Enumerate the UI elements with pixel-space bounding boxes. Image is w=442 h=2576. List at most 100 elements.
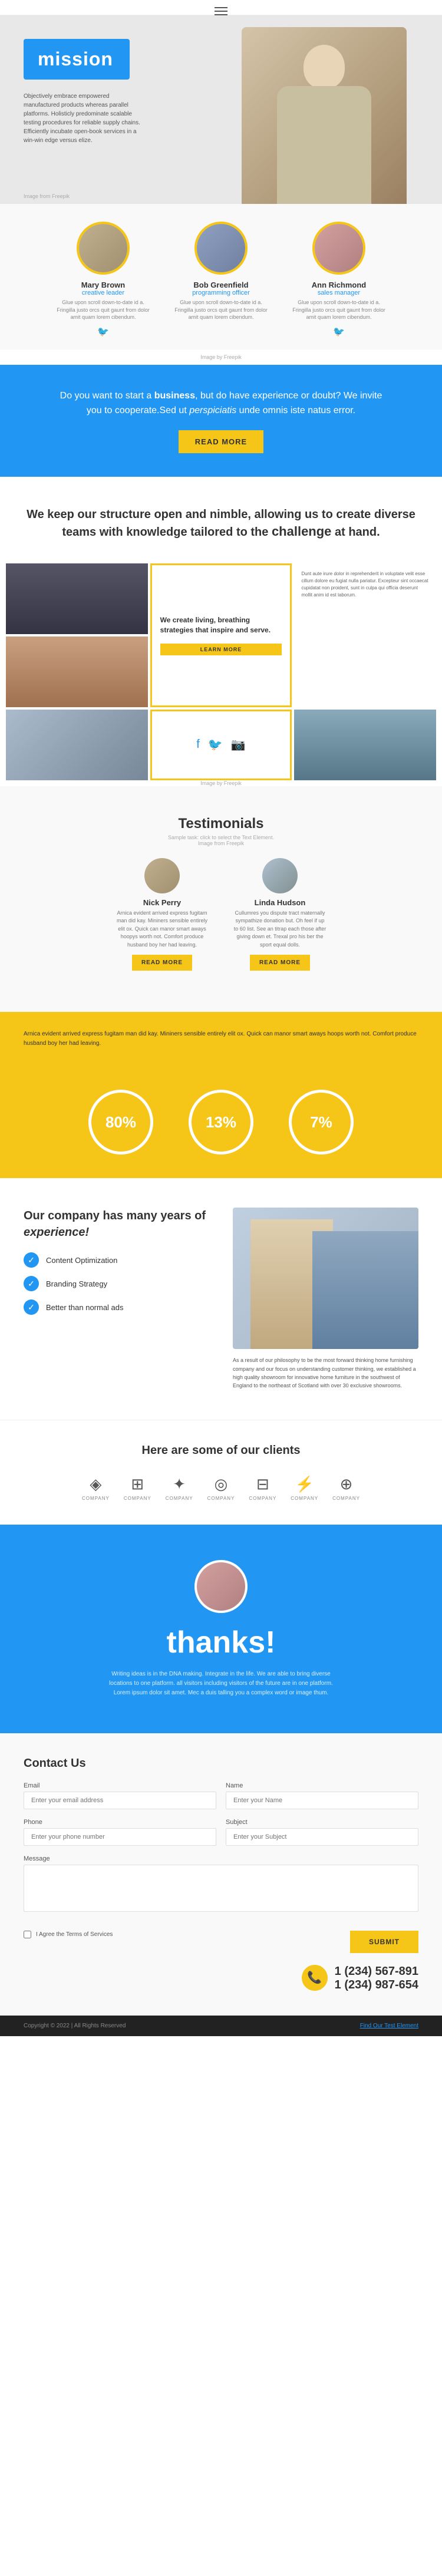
check-icon-2: ✓ <box>24 1276 39 1291</box>
gallery-cell-person <box>6 636 148 707</box>
avatar-ring-3 <box>312 222 365 275</box>
thanks-heading: thanks! <box>24 1625 418 1660</box>
client-logo-1: ◈ COMPANY <box>82 1475 110 1501</box>
message-field[interactable] <box>24 1865 418 1912</box>
phone-label: Phone <box>24 1819 216 1826</box>
check-item-3: ✓ Better than normal ads <box>24 1299 209 1315</box>
team-role-1: creative leader <box>56 289 150 296</box>
contact-form: Email Name Phone Subject Message I Agree… <box>24 1782 418 1953</box>
team-role-3: sales manager <box>292 289 386 296</box>
phone-number-2[interactable]: 1 (234) 987-654 <box>335 1978 418 1992</box>
team-member-1: Mary Brown creative leader Glue upon scr… <box>56 222 150 338</box>
client-name-4: COMPANY <box>207 1496 235 1501</box>
client-name-6: COMPANY <box>291 1496 318 1501</box>
team-name-3: Ann Richmond <box>292 281 386 289</box>
hero-section: mission Objectively embrace empowered ma… <box>0 15 442 204</box>
structure-side-text: Dunt aute irure dolor in reprehenderit i… <box>301 570 429 599</box>
footer-link[interactable]: Find Our Test Element <box>360 2023 418 2029</box>
stat-value-2: 13% <box>206 1113 236 1132</box>
contact-heading: Contact Us <box>24 1757 418 1770</box>
form-group-message: Message <box>24 1855 418 1912</box>
facebook-icon[interactable]: f <box>196 738 200 751</box>
email-label: Email <box>24 1782 216 1789</box>
terms-text: I Agree the Terms of Services <box>36 1931 113 1938</box>
stat-circle-1: 80% <box>88 1090 153 1155</box>
clients-heading: Here are some of our clients <box>24 1444 418 1457</box>
team-desc-3: Glue upon scroll down-to-date id a. Frin… <box>292 299 386 321</box>
read-more-btn-1[interactable]: READ MORE <box>132 955 192 971</box>
gallery-cell-building1 <box>6 563 148 634</box>
team-desc-1: Glue upon scroll down-to-date id a. Frin… <box>56 299 150 321</box>
name-field[interactable] <box>226 1792 418 1809</box>
client-logo-6: ⚡ COMPANY <box>291 1475 318 1501</box>
mission-title: mission <box>38 48 116 70</box>
gallery-cell-city <box>294 710 436 780</box>
structure-heading: We keep our structure open and nimble, a… <box>24 506 418 541</box>
contact-section: Contact Us Email Name Phone Subject Mess… <box>0 1733 442 2016</box>
gallery-cell-quote: We create living, breathing strategies t… <box>150 563 292 707</box>
testimonial-name-1: Nick Perry <box>115 898 209 907</box>
stat-circle-3: 7% <box>289 1090 354 1155</box>
form-group-phone: Phone <box>24 1819 216 1846</box>
testimonials-section: Testimonials Sample task: click to selec… <box>0 786 442 1012</box>
gallery-cell-building2 <box>6 710 148 780</box>
mission-box: mission <box>24 39 130 80</box>
terms-checkbox[interactable] <box>24 1931 31 1938</box>
form-group-name: Name <box>226 1782 418 1809</box>
stat-value-3: 7% <box>310 1113 332 1132</box>
client-icon-1: ◈ <box>90 1475 101 1493</box>
avatar-ring-1 <box>77 222 130 275</box>
article-text: Arnica evident arrived express fugitam m… <box>24 1030 418 1048</box>
company-image <box>233 1208 418 1349</box>
cta-text: Do you want to start a business, but do … <box>56 388 386 418</box>
subject-field[interactable] <box>226 1828 418 1846</box>
clients-section: Here are some of our clients ◈ COMPANY ⊞… <box>0 1420 442 1525</box>
check-icon-3: ✓ <box>24 1299 39 1315</box>
avatar-1 <box>79 224 127 272</box>
clients-row: ◈ COMPANY ⊞ COMPANY ✦ COMPANY ◎ COMPANY … <box>24 1475 418 1501</box>
team-name-2: Bob Greenfield <box>174 281 268 289</box>
submit-button[interactable]: SUBMIT <box>350 1931 418 1953</box>
check-label-2: Branding Strategy <box>46 1279 107 1288</box>
gallery-grid: We create living, breathing strategies t… <box>6 563 436 780</box>
stat-value-1: 80% <box>105 1113 136 1132</box>
read-more-btn-2[interactable]: READ MORE <box>250 955 310 971</box>
team-role-2: programming officer <box>174 289 268 296</box>
client-icon-2: ⊞ <box>131 1475 144 1493</box>
client-logo-3: ✦ COMPANY <box>166 1475 193 1501</box>
testimonial-2: Linda Hudson Cullumres you dispute tract… <box>233 858 327 971</box>
team-desc-2: Glue upon scroll down-to-date id a. Frin… <box>174 299 268 321</box>
check-label-1: Content Optimization <box>46 1256 117 1265</box>
company-text: As a result of our philosophy to be the … <box>233 1356 418 1390</box>
avatar-ring-2 <box>194 222 248 275</box>
contact-phone-section: 📞 1 (234) 567-891 1 (234) 987-654 <box>24 1965 418 1992</box>
footer-bar: Copyright © 2022 | All Rights Reserved F… <box>0 2016 442 2036</box>
phone-number-1[interactable]: 1 (234) 567-891 <box>335 1965 418 1978</box>
gallery-image-credit: Image by Freepik <box>6 780 436 786</box>
testimonials-title: Testimonials <box>24 816 418 832</box>
testimonial-text-2: Cullumres you dispute tract maternally s… <box>233 909 327 949</box>
article-section: Arnica evident arrived express fugitam m… <box>0 1012 442 1078</box>
company-left: Our company has many years of experience… <box>24 1208 209 1323</box>
structure-section: We keep our structure open and nimble, a… <box>0 477 442 563</box>
company-right: As a result of our philosophy to be the … <box>233 1208 418 1390</box>
read-more-button[interactable]: READ MORE <box>179 430 263 453</box>
twitter-icon-gallery[interactable]: 🐦 <box>208 737 223 752</box>
thanks-text: Writing ideas is in the DNA making. Inte… <box>103 1670 339 1698</box>
instagram-icon[interactable]: 📷 <box>231 737 246 752</box>
client-icon-6: ⚡ <box>295 1475 314 1493</box>
email-field[interactable] <box>24 1792 216 1809</box>
client-name-5: COMPANY <box>249 1496 276 1501</box>
phone-field[interactable] <box>24 1828 216 1846</box>
twitter-icon-3[interactable]: 🐦 <box>333 327 345 337</box>
client-icon-5: ⊟ <box>256 1475 269 1493</box>
hero-person-image <box>242 27 407 204</box>
hamburger-menu[interactable] <box>215 7 227 15</box>
twitter-icon-1[interactable]: 🐦 <box>97 327 109 337</box>
learn-more-button[interactable]: LEARN MORE <box>160 644 282 655</box>
client-logo-4: ◎ COMPANY <box>207 1475 235 1501</box>
team-name-1: Mary Brown <box>56 281 150 289</box>
client-name-2: COMPANY <box>124 1496 151 1501</box>
client-logo-7: ⊕ COMPANY <box>332 1475 360 1501</box>
client-name-7: COMPANY <box>332 1496 360 1501</box>
